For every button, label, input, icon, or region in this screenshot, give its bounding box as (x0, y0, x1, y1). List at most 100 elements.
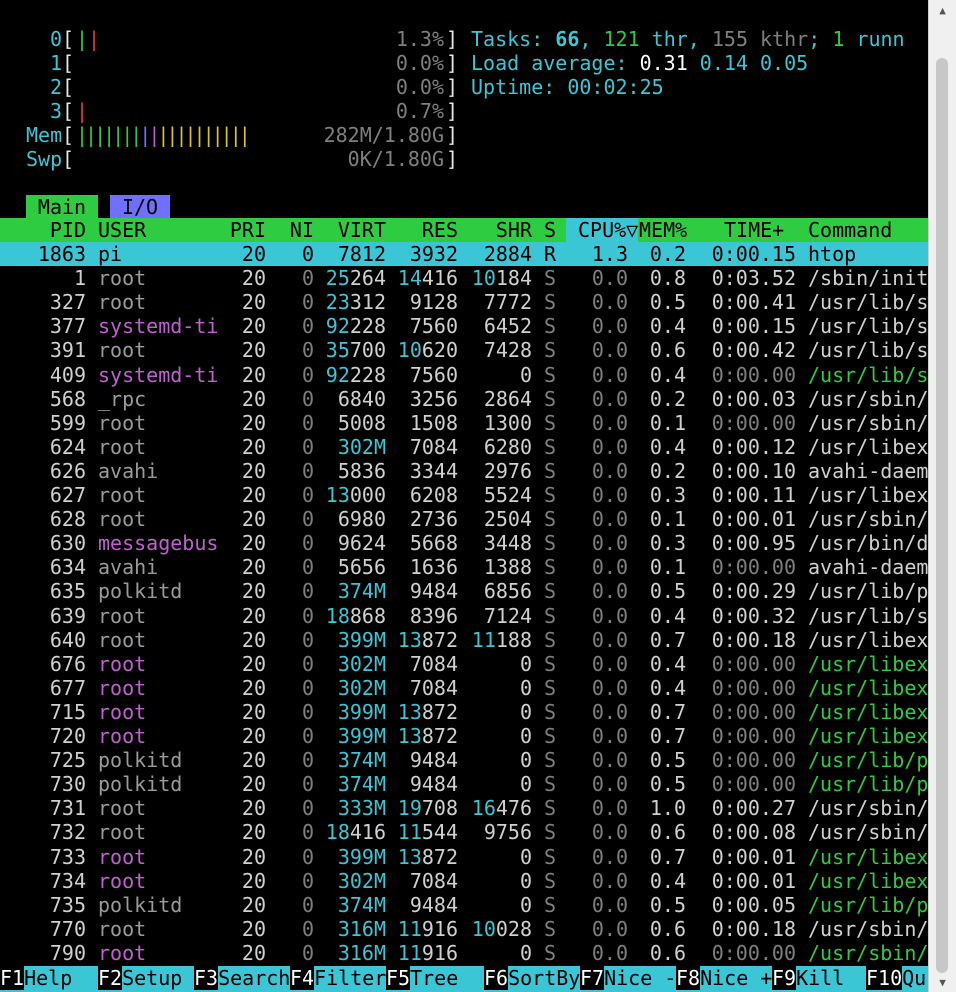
process-command: /usr/lib/s (808, 362, 928, 387)
process-row[interactable]: 677 root 20 0 302M 7084 0 S 0.0 0.4 0:00.00/usr/li… (0, 676, 928, 700)
process-shr: 5524 (483, 483, 532, 507)
htop-terminal[interactable]: 0[|| 1.3%] 1[0.0%] 2[0.0%] 3[| 0.7%] Mem[||||… (0, 0, 928, 992)
process-pid: 1863 (37, 242, 86, 266)
process-row[interactable]: 731 root 20 0 333M 19708 16476 S 0.0 1.0 0:00.27/u… (0, 796, 928, 820)
column-header-virt[interactable]: VIRT (318, 218, 386, 242)
process-row[interactable]: 676 root 20 0 302M 7084 0 S 0.0 0.4 0:00.00/usr/li… (0, 652, 928, 676)
fkey-nice-button[interactable]: F7Nice - (580, 966, 676, 992)
scroll-down-arrow-icon[interactable]: ▼ (929, 972, 956, 992)
process-row[interactable]: 639 root 20 0 18868 8396 7124 S 0.0 0.4 0:00.32/us… (0, 604, 928, 628)
process-row[interactable]: 730 polkitd 20 0 374M 9484 0 S 0.0 0.5 0:00.00/usr… (0, 772, 928, 796)
process-user: root (98, 724, 147, 748)
process-time: 0:00.29 (711, 579, 796, 604)
process-row[interactable]: 734 root 20 0 302M 7084 0 S 0.0 0.4 0:00.01/usr/li… (0, 869, 928, 893)
process-virt: 374M (337, 892, 386, 917)
column-header-user[interactable]: USER (98, 218, 146, 242)
column-header-ni[interactable]: NI (276, 218, 314, 242)
scroll-up-arrow-icon[interactable]: ▲ (929, 0, 956, 20)
process-row[interactable]: 626 avahi 20 0 5836 3344 2976 S 0.0 0.2 0:00.10 ava… (0, 459, 928, 483)
process-shr: 0 (519, 748, 532, 773)
fkey-search-button[interactable]: F3Search (194, 966, 290, 992)
process-pid: 634 (49, 555, 86, 580)
process-mem: 0.6 (649, 940, 686, 965)
column-header-pri[interactable]: PRI (218, 218, 266, 242)
process-user: systemd-ti (98, 362, 219, 387)
process-row[interactable]: 720 root 20 0 399M 13872 0 S 0.0 0.7 0:00.00/usr/l… (0, 724, 928, 748)
process-row[interactable]: 635 polkitd 20 0 374M 9484 6856 S 0.0 0.5 0:00.29 /… (0, 579, 928, 603)
column-header-pid[interactable]: PID (0, 218, 86, 242)
process-shr: 0 (519, 362, 532, 387)
meter-bracket-close: ] (446, 99, 459, 123)
column-header-cpu[interactable]: CPU%▽ (578, 218, 638, 242)
tab-io[interactable]: I/O (110, 195, 170, 219)
process-shr: 2976 (483, 458, 532, 483)
process-ni: 0 (301, 627, 314, 652)
process-mem: 0.4 (649, 651, 686, 676)
process-row[interactable]: 630 messagebus 20 0 9624 5668 3448 S 0.0 0.3 0:00.… (0, 531, 928, 555)
process-mem: 0.4 (649, 868, 686, 893)
process-ni: 0 (301, 531, 314, 556)
process-row[interactable]: 568 _rpc 20 0 6840 3256 2864 S 0.0 0.2 0:00.03/usr… (0, 387, 928, 411)
process-row[interactable]: 409 systemd-ti 20 0 92228 7560 0 S 0.0 0.4 0:00.00… (0, 363, 928, 387)
process-cpu: 1.3 (591, 242, 628, 266)
process-user: polkitd (98, 748, 183, 773)
fkey-nice-button[interactable]: F8Nice + (676, 966, 772, 992)
process-s: S (544, 531, 557, 556)
process-row[interactable]: 640 root 20 0 399M 13872 11188 S 0.0 0.7 0:00.18/u… (0, 628, 928, 652)
process-row[interactable]: 391 root 20 0 35700 10620 7428 S 0.0 0.6 0:00.42/u… (0, 338, 928, 362)
process-shr: 6280 (483, 434, 532, 459)
fkey-sortby-button[interactable]: F6SortBy (484, 966, 580, 992)
process-command: /usr/sbin/ (808, 916, 928, 941)
vertical-scrollbar[interactable]: ▲ ▼ (928, 0, 956, 992)
process-row[interactable]: 634 avahi 20 0 5656 1636 1388 S 0.0 0.1 0:00.00 ava… (0, 555, 928, 579)
process-row[interactable]: 627 root 20 0 13000 6208 5524 S 0.0 0.3 0:00.11/us… (0, 483, 928, 507)
process-user: polkitd (98, 892, 183, 917)
fkey-filter-button[interactable]: F4Filter (290, 966, 386, 992)
meter-bracket-open: [ (62, 99, 75, 123)
process-row[interactable]: 732 root 20 0 18416 11544 9756 S 0.0 0.6 0:00.08/u… (0, 820, 928, 844)
process-row[interactable]: 624 root 20 0 302M 7084 6280 S 0.0 0.4 0:00.12/usr… (0, 435, 928, 459)
tab-main[interactable]: Main (26, 195, 98, 219)
process-row[interactable]: 377 systemd-ti 20 0 92228 7560 6452 S 0.0 0.4 0:00… (0, 314, 928, 338)
fkey-kill-button[interactable]: F9Kill (772, 966, 844, 992)
process-row-selected[interactable]: 1863 pi 20 0 7812 3932 2884 R 1.3 0.2 0:00.15 htop (0, 242, 928, 266)
swap-usage-value: 0K/1.80G (347, 147, 444, 171)
process-s: S (544, 266, 557, 291)
process-mem: 0.1 (649, 555, 686, 580)
fkey-qu-button[interactable]: F10Qu (866, 966, 926, 992)
process-time: 0:00.05 (711, 892, 796, 917)
process-row[interactable]: 725 polkitd 20 0 374M 9484 0 S 0.0 0.5 0:00.00/usr… (0, 748, 928, 772)
scrollbar-thumb[interactable] (936, 58, 948, 973)
process-row[interactable]: 327 root 20 0 23312 9128 7772 S 0.0 0.5 0:00.41/us… (0, 290, 928, 314)
process-pri: 20 (241, 844, 266, 869)
column-header-shr[interactable]: SHR (464, 218, 532, 242)
process-cpu: 0.0 (591, 555, 628, 580)
process-virt: 316M (337, 916, 386, 941)
process-row[interactable]: 790 root 20 0 316M 11916 0 S 0.0 0.6 0:00.00/usr/s… (0, 941, 928, 965)
column-header-state[interactable]: S (544, 218, 556, 242)
process-pri: 20 (241, 386, 266, 411)
fkey-help-button[interactable]: F1Help (0, 966, 72, 992)
process-row[interactable]: 735 polkitd 20 0 374M 9484 0 S 0.0 0.5 0:00.05/usr… (0, 893, 928, 917)
process-row[interactable]: 733 root 20 0 399M 13872 0 S 0.0 0.7 0:00.01/usr/l… (0, 845, 928, 869)
fkey-tree-button[interactable]: F5Tree (386, 966, 458, 992)
process-pri: 20 (241, 362, 266, 387)
column-header-mem[interactable]: MEM% (639, 218, 687, 242)
column-header-time[interactable]: TIME+ (724, 218, 784, 242)
process-cpu: 0.0 (591, 699, 628, 724)
process-mem: 0.7 (649, 699, 686, 724)
process-row[interactable]: 599 root 20 0 5008 1508 1300 S 0.0 0.1 0:00.00/usr… (0, 411, 928, 435)
process-user: root (98, 651, 147, 676)
process-row[interactable]: 628 root 20 0 6980 2736 2504 S 0.0 0.1 0:00.01/usr… (0, 507, 928, 531)
process-ni: 0 (301, 724, 314, 748)
process-row[interactable]: 715 root 20 0 399M 13872 0 S 0.0 0.7 0:00.00/usr/l… (0, 700, 928, 724)
process-row[interactable]: 770 root 20 0 316M 11916 10028 S 0.0 0.6 0:00.18/u… (0, 917, 928, 941)
process-time: 0:00.95 (711, 531, 796, 556)
process-res: 11544 (397, 820, 458, 845)
process-pid: 568 (49, 386, 86, 411)
process-row[interactable]: 1 root 20 0 25264 14416 10184 S 0.0 0.8 0:03.52/sb… (0, 266, 928, 290)
process-cpu: 0.0 (591, 434, 628, 459)
column-header-command[interactable]: Command (808, 218, 892, 242)
fkey-setup-button[interactable]: F2Setup (98, 966, 182, 992)
column-header-res[interactable]: RES (392, 218, 458, 242)
